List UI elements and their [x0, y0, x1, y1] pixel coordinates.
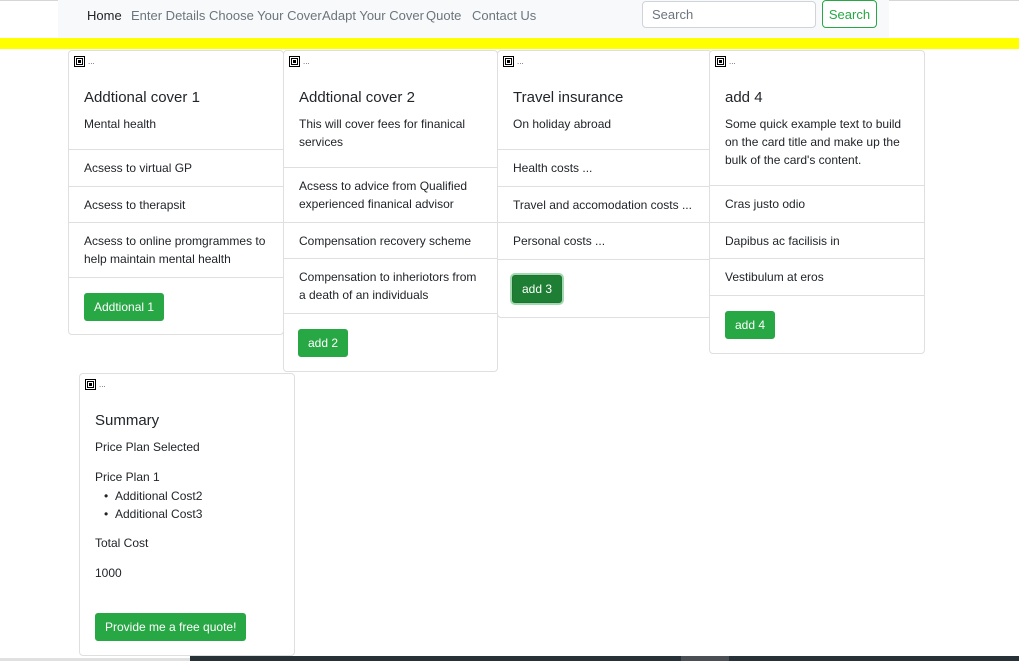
card-title: Addtional cover 1: [84, 89, 200, 106]
list-item: Cras justo odio: [710, 185, 924, 222]
taskbar-active-item[interactable]: [681, 656, 729, 661]
card-image-placeholder: ...: [503, 56, 524, 68]
broken-image-icon: [503, 56, 514, 67]
total-cost-value: 1000: [95, 566, 122, 580]
card-image-placeholder: ...: [715, 56, 736, 68]
navbar: Home Enter Details Choose Your Cover Ada…: [58, 0, 889, 38]
cover-card-3: ... Travel insurance On holiday abroad H…: [497, 50, 712, 318]
list-item: Personal costs ...: [498, 222, 711, 259]
list-item: Health costs ...: [498, 149, 711, 186]
card-text: On holiday abroad: [513, 117, 612, 131]
card-text: Mental health: [84, 117, 157, 131]
card-title: Addtional cover 2: [299, 89, 415, 106]
price-plan-label: Price Plan Selected: [95, 440, 200, 454]
price-plan-name: Price Plan 1: [95, 470, 160, 484]
nav-link-contact-us[interactable]: Contact Us: [472, 8, 536, 23]
cover-card-2: ... Addtional cover 2 This will cover fe…: [283, 50, 498, 372]
nav-link-adapt-your-cover[interactable]: Adapt Your Cover: [322, 8, 424, 23]
additional-1-button[interactable]: Addtional 1: [84, 293, 165, 321]
list-item: Compensation to inheriotors from a death…: [284, 258, 497, 313]
list-item: Acsess to therapsit: [69, 186, 283, 223]
nav-link-quote[interactable]: Quote: [426, 8, 461, 23]
search-button[interactable]: Search: [822, 0, 877, 28]
list-item: Dapibus ac facilisis in: [710, 222, 924, 259]
cover-card-1: ... Addtional cover 1 Mental health Acse…: [68, 50, 284, 335]
card-title: add 4: [725, 89, 763, 106]
add-2-button[interactable]: add 2: [298, 329, 349, 357]
summary-card: ... Summary Price Plan Selected Price Pl…: [79, 373, 295, 656]
broken-image-icon: [74, 56, 85, 67]
card-text: Some quick example text to build on the …: [725, 117, 902, 167]
list-item: Vestibulum at eros: [710, 258, 924, 295]
total-cost-label: Total Cost: [95, 536, 149, 550]
card-image-placeholder: ...: [289, 56, 310, 68]
nav-link-home[interactable]: Home: [87, 8, 122, 23]
nav-link-enter-details[interactable]: Enter Details: [131, 8, 205, 23]
add-3-button[interactable]: add 3: [512, 275, 563, 303]
list-item: Acsess to advice from Qualified experien…: [284, 167, 497, 222]
taskbar: [190, 656, 1019, 661]
list-item: Compensation recovery scheme: [284, 222, 497, 259]
card-title: Travel insurance: [513, 89, 624, 106]
list-item: Acsess to virtual GP: [69, 149, 283, 186]
broken-image-icon: [715, 56, 726, 67]
card-image-placeholder: ...: [85, 379, 106, 391]
summary-title: Summary: [95, 412, 160, 429]
search-input[interactable]: [642, 1, 816, 28]
list-item: Additional Cost2: [115, 487, 202, 505]
list-item: Additional Cost3: [115, 505, 202, 523]
cover-card-4: ... add 4 Some quick example text to bui…: [709, 50, 925, 354]
card-text: This will cover fees for finanical servi…: [299, 117, 466, 149]
list-item: Acsess to online promgrammes to help mai…: [69, 222, 283, 277]
add-4-button[interactable]: add 4: [725, 311, 776, 339]
card-image-placeholder: ...: [74, 56, 95, 68]
list-item: Travel and accomodation costs ...: [498, 186, 711, 223]
yellow-banner: [0, 38, 1019, 49]
nav-link-choose-your-cover[interactable]: Choose Your Cover: [209, 8, 322, 23]
additional-costs-list: Additional Cost2 Additional Cost3: [115, 487, 202, 523]
broken-image-icon: [85, 379, 96, 390]
broken-image-icon: [289, 56, 300, 67]
free-quote-button[interactable]: Provide me a free quote!: [95, 613, 247, 641]
